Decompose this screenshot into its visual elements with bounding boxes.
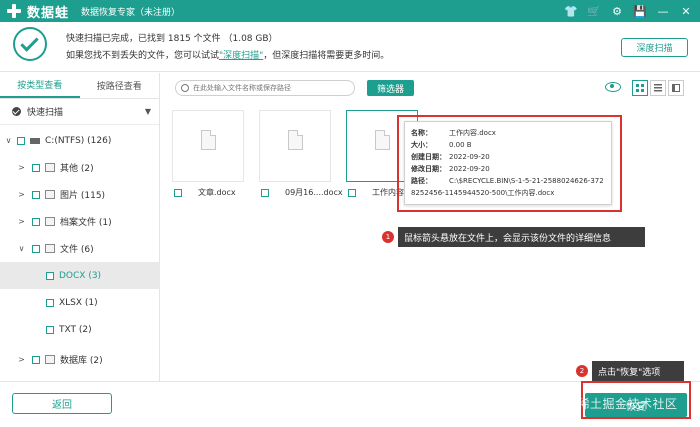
step-badge-1: 1 xyxy=(382,231,394,243)
checkbox[interactable] xyxy=(32,163,40,172)
expand-caret-icon[interactable]: > xyxy=(17,190,26,199)
scan-summary: 快速扫描已完成，已找到 1815 个文件 （1.08 GB） xyxy=(66,34,278,44)
app-name: 数据蛙 xyxy=(27,5,70,21)
file-name: 09月16....docx xyxy=(285,188,343,197)
tree-item-docx[interactable]: DOCX (3) xyxy=(0,262,160,289)
quick-scan-selector[interactable]: 快速扫描 ▼ xyxy=(0,99,159,125)
check-dot-icon xyxy=(12,107,21,116)
save-icon[interactable]: 💾 xyxy=(630,0,650,22)
checkbox[interactable] xyxy=(46,325,54,334)
expand-caret-icon[interactable]: > xyxy=(17,217,26,226)
tree-item-label: 档案文件 (1) xyxy=(60,218,112,228)
tree-item-archives[interactable]: > 档案文件 (1) xyxy=(0,208,160,235)
image-icon xyxy=(45,190,55,199)
app-subtitle: 数据恢复专家（未注册） xyxy=(81,7,181,18)
tree-item-database[interactable]: > 数据库 (2) xyxy=(0,346,160,373)
scan-hint-prefix: 如果您找不到丢失的文件，您可以试试 xyxy=(66,51,220,61)
search-icon xyxy=(181,84,189,92)
deep-scan-button[interactable]: 深度扫描 xyxy=(621,38,688,57)
sidebar-tabs: 按类型查看 按路径查看 xyxy=(0,73,159,99)
tree-item-drive-c[interactable]: ∨ C:(NTFS) (126) xyxy=(0,127,160,154)
tree-item-label: XLSX (1) xyxy=(59,297,98,308)
file-card-label: 文章.docx xyxy=(174,187,236,198)
annotation-note-1: 鼠标箭头悬放在文件上，会显示该份文件的详细信息 xyxy=(398,227,645,247)
list-view-button[interactable] xyxy=(650,80,666,96)
file-name: 文章.docx xyxy=(198,188,236,197)
back-button[interactable]: 返回 xyxy=(12,393,112,414)
checkbox[interactable] xyxy=(32,244,40,253)
database-icon xyxy=(45,355,55,364)
expand-caret-icon[interactable]: > xyxy=(17,163,26,172)
tab-by-path[interactable]: 按路径查看 xyxy=(80,73,160,98)
checkbox[interactable] xyxy=(174,188,182,197)
tree-item-label: TXT (2) xyxy=(59,324,92,335)
tree-item-label: C:(NTFS) (126) xyxy=(45,135,112,146)
file-card[interactable] xyxy=(172,110,244,182)
checkbox[interactable] xyxy=(32,190,40,199)
checkbox[interactable] xyxy=(32,355,40,364)
step-badge-2: 2 xyxy=(576,365,588,377)
cart-icon[interactable]: 🛒 xyxy=(584,0,604,22)
search-box[interactable] xyxy=(175,80,355,96)
tree-item-documents[interactable]: ∨ 文件 (6) xyxy=(0,235,160,262)
file-card[interactable] xyxy=(259,110,331,182)
tab-by-type[interactable]: 按类型查看 xyxy=(0,73,80,98)
search-input[interactable] xyxy=(193,82,351,94)
detail-view-button[interactable] xyxy=(668,80,684,96)
scan-info-bar: 快速扫描已完成，已找到 1815 个文件 （1.08 GB） 如果您找不到丢失的… xyxy=(0,22,700,72)
tree-item-label: DOCX (3) xyxy=(59,270,102,281)
filter-button[interactable]: 筛选器 xyxy=(367,80,414,96)
tshirt-icon[interactable]: 👕 xyxy=(561,0,581,22)
check-circle-icon xyxy=(13,27,47,61)
checkbox[interactable] xyxy=(46,271,54,280)
tree-item-label: 其他 (2) xyxy=(60,164,94,174)
expand-caret-icon[interactable]: > xyxy=(17,355,26,364)
expand-caret-icon[interactable]: ∨ xyxy=(17,244,26,253)
tree-item-label: 图片 (115) xyxy=(60,191,106,201)
annotation-note-2: 点击"恢复"选项 xyxy=(592,361,684,381)
archive-icon xyxy=(45,217,55,226)
scan-hint: 如果您找不到丢失的文件，您可以试试"深度扫描"，但深度扫描将需要更多时间。 xyxy=(66,48,389,61)
grid-view-button[interactable] xyxy=(632,80,648,96)
gear-icon[interactable]: ⚙ xyxy=(607,0,627,22)
folder-icon xyxy=(45,163,55,172)
drive-icon xyxy=(30,137,40,144)
checkbox[interactable] xyxy=(17,136,25,145)
quick-scan-label: 快速扫描 xyxy=(27,108,64,118)
grid-view-icon xyxy=(636,84,644,92)
detail-view-icon xyxy=(672,84,680,92)
checkbox[interactable] xyxy=(32,217,40,226)
scan-hint-suffix: ，但深度扫描将需要更多时间。 xyxy=(263,51,390,61)
tree-item-label: 文件 (6) xyxy=(60,245,94,255)
highlight-box-tooltip xyxy=(397,115,622,212)
deep-scan-link[interactable]: "深度扫描" xyxy=(219,51,263,61)
document-icon xyxy=(45,244,55,253)
minimize-icon[interactable]: — xyxy=(653,0,673,22)
expand-caret-icon[interactable]: ∨ xyxy=(4,136,13,145)
window-controls: 👕 🛒 ⚙ 💾 — ✕ xyxy=(558,0,696,22)
document-icon xyxy=(201,130,216,150)
document-icon xyxy=(375,130,390,150)
tree-item-txt[interactable]: TXT (2) xyxy=(0,316,160,343)
watermark: @稀土掘金技术社区 xyxy=(565,397,678,411)
tree-item-images[interactable]: > 图片 (115) xyxy=(0,181,160,208)
checkbox[interactable] xyxy=(46,298,54,307)
app-logo: 数据蛙 xyxy=(6,2,69,21)
tree-item-other[interactable]: > 其他 (2) xyxy=(0,154,160,181)
file-card-label: 09月16....docx xyxy=(261,187,343,198)
title-bar: 数据蛙 数据恢复专家（未注册） 👕 🛒 ⚙ 💾 — ✕ xyxy=(0,0,700,22)
checkbox[interactable] xyxy=(348,188,356,197)
list-view-icon xyxy=(654,84,662,92)
tree-item-label: 数据库 (2) xyxy=(60,356,103,366)
document-icon xyxy=(288,130,303,150)
eye-icon[interactable] xyxy=(605,82,621,92)
tree-item-xlsx[interactable]: XLSX (1) xyxy=(0,289,160,316)
plus-logo-icon xyxy=(6,3,22,19)
sidebar: 按类型查看 按路径查看 快速扫描 ▼ ∨ C:(NTFS) (126) > 其他… xyxy=(0,73,160,381)
chevron-down-icon[interactable]: ▼ xyxy=(145,107,151,116)
checkbox[interactable] xyxy=(261,188,269,197)
close-icon[interactable]: ✕ xyxy=(676,0,696,22)
